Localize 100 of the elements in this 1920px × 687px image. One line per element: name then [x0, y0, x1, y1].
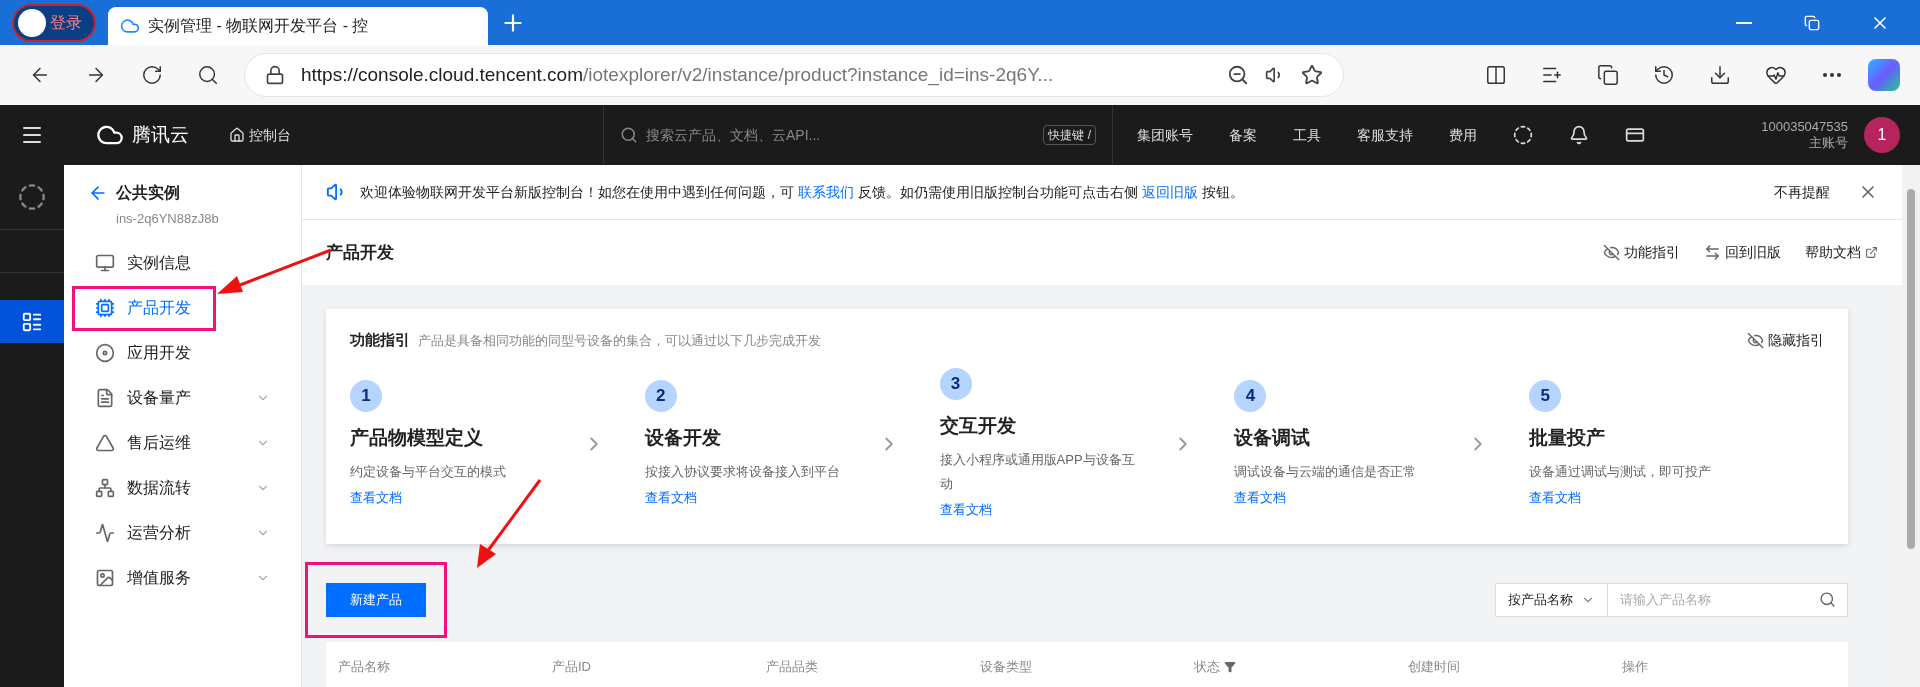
- nav-link[interactable]: 费用: [1449, 124, 1477, 146]
- docs-link[interactable]: 查看文档: [350, 488, 402, 508]
- step-number: 1: [350, 379, 382, 412]
- bell-icon[interactable]: [1569, 125, 1589, 145]
- nav-link[interactable]: 备案: [1229, 124, 1257, 146]
- instance-id: ins-2q6YN88zJ8b: [115, 210, 219, 228]
- tab-title: 实例管理 - 物联网开发平台 - 控: [148, 16, 369, 36]
- guide-title: 功能指引: [350, 330, 410, 350]
- search-icon: [620, 126, 638, 144]
- avatar-button[interactable]: 1: [1864, 117, 1900, 153]
- step-title: 交互开发: [939, 413, 1016, 438]
- column-header[interactable]: 操作: [1622, 656, 1648, 677]
- step-description: 调试设备与云端的通信是否正常: [1234, 463, 1417, 481]
- column-header[interactable]: 产品ID: [552, 656, 591, 677]
- sidebar-item[interactable]: 实例信息: [72, 240, 293, 286]
- history-icon: [1653, 64, 1675, 86]
- download-icon: [1709, 64, 1731, 86]
- eye-off-icon: [1603, 244, 1620, 261]
- browser-tab[interactable]: 实例管理 - 物联网开发平台 - 控: [108, 7, 488, 45]
- nav-link[interactable]: 客服支持: [1357, 124, 1413, 146]
- banner-text: 反馈。如仍需使用旧版控制台功能可点击右侧: [856, 183, 1139, 200]
- step-description: 设备通过调试与测试，即可投产: [1529, 463, 1712, 481]
- hide-guide-button[interactable]: 隐藏指引: [1747, 329, 1824, 351]
- filter-dropdown[interactable]: 按产品名称: [1495, 582, 1608, 617]
- column-header[interactable]: 产品品类: [766, 656, 818, 677]
- url-text: https://console.cloud.tencent.com/iotexplorer/v2/instance/product?instance_id=ins-2q6Y...: [301, 62, 1055, 88]
- guide-subtitle: 产品是具备相同功能的同型号设备的集合，可以通过以下几步完成开发: [418, 331, 822, 350]
- split-screen-icon: [1485, 64, 1507, 86]
- brand-name: 腾讯云: [132, 122, 189, 147]
- favorite-icon[interactable]: [1301, 64, 1323, 86]
- ring-icon: [95, 343, 115, 363]
- triangle-icon: [95, 433, 115, 453]
- step-number: 2: [644, 379, 677, 412]
- sidebar-item[interactable]: 设备量产: [72, 375, 293, 421]
- column-header[interactable]: 状态: [1194, 656, 1236, 677]
- column-header[interactable]: 产品名称: [338, 656, 390, 677]
- header-action[interactable]: 回到旧版: [1704, 242, 1781, 263]
- docs-link[interactable]: 查看文档: [644, 488, 697, 508]
- zoom-out-icon[interactable]: [1227, 64, 1249, 86]
- profile-button[interactable]: 登录: [12, 3, 96, 42]
- scroll-thumb[interactable]: [1907, 189, 1915, 549]
- shortcut-key: 快捷键 /: [1043, 125, 1096, 145]
- chip-icon: [95, 298, 115, 318]
- pulse-icon: [95, 523, 115, 543]
- filter-icon: [1224, 660, 1236, 673]
- card-icon[interactable]: [1625, 125, 1645, 145]
- restore-icon: [1804, 14, 1820, 31]
- banner-text: 欢迎体验物联网开发平台新版控制台！如您在使用中遇到任何问题，可: [360, 183, 795, 200]
- minimize-icon: [1736, 21, 1752, 24]
- eye-off-icon: [1747, 331, 1764, 349]
- lock-icon: [265, 65, 285, 85]
- create-product-button[interactable]: 新建产品: [326, 582, 426, 617]
- document-icon: [95, 388, 115, 408]
- list-icon: [21, 310, 43, 333]
- step-title: 产品物模型定义: [350, 425, 483, 450]
- search-icon: [197, 64, 219, 86]
- home-icon: [229, 127, 245, 143]
- header-action[interactable]: 帮助文档: [1805, 242, 1878, 263]
- search-icon: [1819, 590, 1836, 608]
- banner-link[interactable]: 联系我们: [797, 183, 854, 200]
- step-number: 4: [1234, 379, 1267, 412]
- nav-link[interactable]: 工具: [1293, 124, 1321, 146]
- monitor-icon: [95, 253, 115, 273]
- account-type: 主账号: [1809, 135, 1848, 152]
- search-field[interactable]: 搜索云产品、文档、云API...: [646, 124, 1036, 146]
- image-icon: [95, 568, 115, 588]
- copilot-icon[interactable]: [1868, 59, 1900, 91]
- header-action[interactable]: 功能指引: [1603, 242, 1680, 263]
- step-description: 接入小程序或通用版APP与设备互动: [939, 451, 1135, 493]
- dismiss-link[interactable]: 不再提醒: [1774, 181, 1830, 203]
- docs-link[interactable]: 查看文档: [1529, 488, 1582, 508]
- sidebar-item[interactable]: 应用开发: [72, 330, 293, 376]
- step-description: 约定设备与平台交互的模式: [350, 463, 506, 481]
- banner-link[interactable]: 返回旧版: [1141, 183, 1198, 200]
- rail-item[interactable]: [0, 300, 64, 343]
- step-title: 批量投产: [1529, 425, 1606, 450]
- sidebar-item[interactable]: 运营分析: [72, 510, 293, 556]
- console-link[interactable]: 控制台: [221, 124, 299, 146]
- sidebar-item[interactable]: 数据流转: [72, 465, 293, 511]
- flow-icon: [95, 478, 115, 498]
- column-header[interactable]: 创建时间: [1408, 656, 1460, 677]
- sidebar-item[interactable]: 售后运维: [72, 420, 293, 466]
- docs-link[interactable]: 查看文档: [1234, 488, 1287, 508]
- circle-icon[interactable]: [1513, 125, 1533, 145]
- heart-pulse-icon: [1765, 64, 1787, 86]
- product-search-field[interactable]: 请输入产品名称: [1608, 582, 1848, 617]
- address-field[interactable]: https://console.cloud.tencent.com/iotexplorer/v2/instance/product?instance_id=ins-2q6Y...: [244, 53, 1344, 97]
- nav-link[interactable]: 集团账号: [1137, 124, 1193, 146]
- docs-link[interactable]: 查看文档: [939, 500, 992, 520]
- product-icon[interactable]: [18, 183, 46, 211]
- cloud-icon: [120, 16, 140, 36]
- avatar-icon: [18, 8, 46, 37]
- account-id: 100035047535: [1761, 118, 1848, 135]
- step-number: 3: [939, 367, 972, 400]
- instance-title: 公共实例: [116, 183, 180, 203]
- step-title: 设备调试: [1234, 425, 1311, 450]
- column-header[interactable]: 设备类型: [980, 656, 1032, 677]
- sidebar-item[interactable]: 产品开发: [72, 285, 216, 331]
- reload-icon: [141, 64, 163, 86]
- sidebar-item[interactable]: 增值服务: [72, 555, 293, 601]
